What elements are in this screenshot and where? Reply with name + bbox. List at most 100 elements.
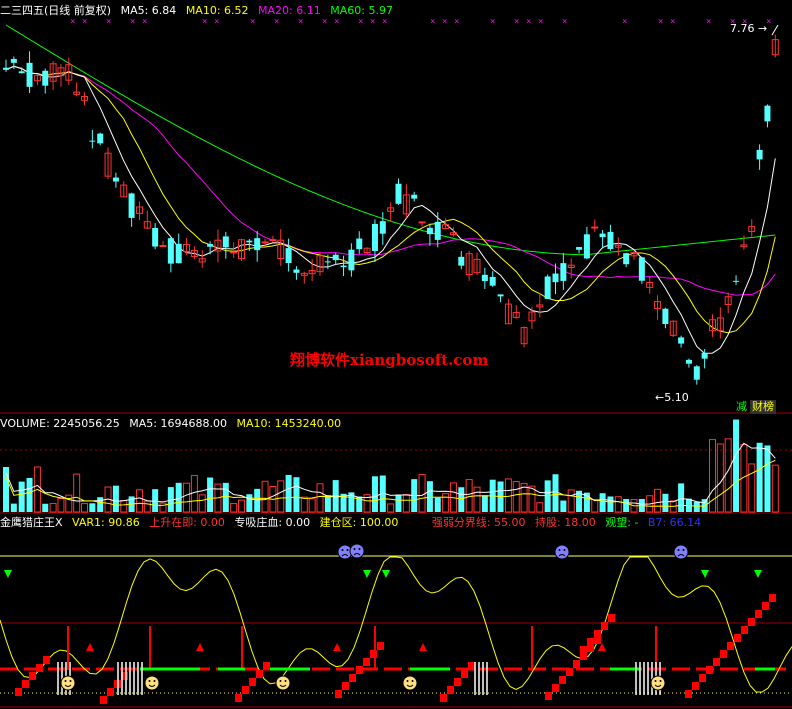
triangle-down-icon [4,570,12,578]
candle-body [685,359,692,364]
volume-bar [316,483,324,513]
volume-bar [528,485,536,513]
smiley-icon-eye [148,680,151,682]
volume-bar [442,493,450,513]
candle-body [340,265,347,268]
step-block [454,678,461,686]
candle-body [552,273,559,283]
volume-ma-path [5,459,776,507]
indicator-oscillator [0,556,792,693]
step-block [706,666,713,674]
volume-bar [97,497,104,512]
candle-body [764,105,771,122]
smiley-icon-eye [64,680,67,682]
volume-bar [395,494,402,512]
indicator-shangsheng: 上升在即: 0.00 [149,516,225,529]
candle-body [395,183,402,204]
smiley-icon-eye [279,680,282,682]
candle-body [371,223,378,251]
high-price-label: 7.76 → [730,22,768,35]
step-block [377,642,384,650]
volume-bar [207,477,214,512]
volume-bar [42,503,49,512]
smiley-icon [402,675,418,691]
candle-body [246,240,253,243]
candle-body [222,236,229,248]
candle-body [434,221,441,240]
sad-face-icon-eye [353,548,356,550]
volume-bar [748,463,756,513]
triangle-up-icon [333,643,341,651]
badge-caibang[interactable]: 财榜 [750,400,776,414]
volume-bar [591,499,599,513]
triangle-up-icon [419,643,427,651]
triangle-down-icon [701,570,709,578]
volume-ma5: MA5: 1694688.00 [129,417,227,430]
volume-bar [49,502,57,513]
sad-face-icon-eye [563,549,566,551]
step-block [741,626,748,634]
marker-x: × [706,17,711,27]
volume-bar [300,496,308,513]
candle-body [3,67,9,70]
volume-bar [567,489,575,513]
indicator-header: 金鹰猎庄王X VAR1: 90.86 上升在即: 0.00 专吸庄血: 0.00… [0,515,707,531]
triangle-up-icon [86,643,94,651]
volume-bar [152,489,159,512]
step-block [15,688,22,696]
marker-x: × [442,17,447,27]
step-block [713,658,720,666]
watermark: 翔博软件xiangbosoft.com [290,351,489,369]
step-block [727,642,734,650]
volume-bar [771,464,779,513]
volume-bar [222,482,229,512]
indicator-guanwang: 观望: - [605,516,639,529]
volume-bar [473,486,481,513]
step-block [699,674,706,682]
step-block [587,638,594,646]
volume-bar [183,482,191,513]
marker-x: × [562,17,567,27]
chart-grid [0,412,792,708]
step-block [601,622,608,630]
triangle-up-icon [196,643,204,651]
volume-bar [764,445,771,512]
volume-bar [402,494,410,513]
volume-ma10: MA10: 1453240.00 [236,417,342,430]
step-block [107,688,114,696]
step-block [559,676,566,684]
candle-body [497,294,504,297]
volume-bar [623,499,630,512]
badge-jian[interactable]: 减 [734,400,749,414]
volume-bar [254,488,261,512]
candle-body [678,337,685,344]
step-block [720,650,727,658]
low-price-value: 5.10 [664,391,689,404]
step-block [440,694,447,702]
sad-face-icon [554,544,570,560]
indicator-chigu: 持股: 18.00 [535,516,596,529]
candle-body [10,58,17,63]
candle-body [426,227,433,235]
volume-bar [230,503,238,513]
step-block [43,656,50,664]
volume-bar [293,477,300,512]
candle-body [324,261,331,263]
volume-bar [238,499,245,513]
candle-body [481,274,488,282]
volume-bar [418,473,426,513]
candle-body [128,193,135,218]
smiley-icon-eye [411,680,414,682]
step-block [22,680,29,688]
volume-bar [465,479,473,513]
indicator-panel [0,543,792,704]
step-block [356,666,363,674]
candle-body [662,308,669,325]
smiley-icon [144,675,160,691]
smiley-icon-eye [69,680,72,682]
step-block [755,610,762,618]
high-price-value: 7.76 [730,22,755,35]
indicator-name: 金鹰猎庄王X [0,516,63,529]
candle-body [599,233,606,238]
ma20-line [5,65,776,296]
